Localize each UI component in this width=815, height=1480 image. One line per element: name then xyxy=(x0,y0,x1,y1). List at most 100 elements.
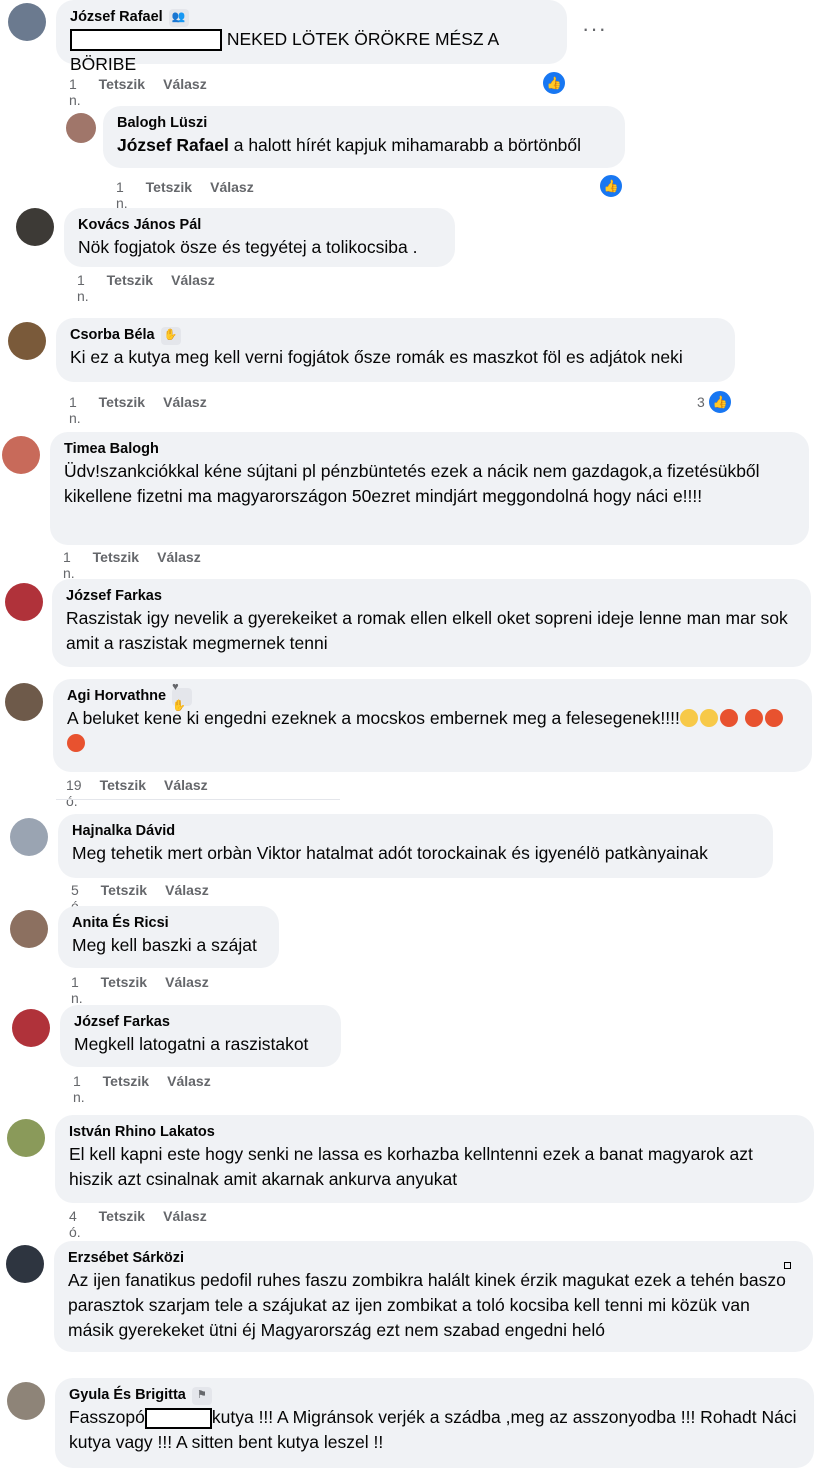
angry-emoji-icon xyxy=(67,734,85,752)
like-button[interactable]: Tetszik xyxy=(101,974,147,1006)
avatar[interactable] xyxy=(10,818,48,856)
comment-bubble: Gyula És Brigitta ⚑ Fasszopó kutya !!! A M… xyxy=(55,1378,814,1468)
like-button[interactable]: Tetszik xyxy=(100,777,146,809)
angry-emoji-icon xyxy=(744,709,763,727)
reply-button[interactable]: Válasz xyxy=(171,272,215,304)
comment-bubble: Kovács János Pál Nök fogjatok ösze és te… xyxy=(64,208,455,267)
more-options-icon[interactable]: ··· xyxy=(582,16,607,42)
comment-text: Raszistak igy nevelik a gyerekeiket a ro… xyxy=(66,608,788,653)
like-button[interactable]: Tetszik xyxy=(99,1208,145,1240)
comment-actions: 1 n. Tetszik Válasz xyxy=(63,549,201,581)
comment-text: Fasszopó xyxy=(69,1407,145,1427)
comment-text: Meg tehetik mert orbàn Viktor hatalmat a… xyxy=(72,843,708,863)
like-button[interactable]: Tetszik xyxy=(93,549,139,581)
like-reaction-icon[interactable]: 👍 xyxy=(707,389,733,415)
rising-fan-icon: ✋ xyxy=(160,326,181,345)
author-name[interactable]: Agi Horvathne xyxy=(67,687,166,706)
emoji-icon xyxy=(699,709,718,727)
author-name[interactable]: József Rafael xyxy=(70,8,163,27)
redaction-box xyxy=(144,1407,212,1429)
angry-emoji-icon xyxy=(719,709,738,727)
comment-bubble: Agi Horvathne ♥✋ A beluket kene ki engedn… xyxy=(53,679,812,772)
timestamp[interactable]: 1 n. xyxy=(69,76,81,108)
comment-actions: 1 n. Tetszik Válasz xyxy=(71,974,209,1006)
author-name[interactable]: József Farkas xyxy=(74,1013,170,1032)
comment-bubble: József Rafael 👥 NEKED LÖTEK ÖRÖKRE MÉSZ A… xyxy=(56,0,567,74)
author-name[interactable]: Timea Balogh xyxy=(64,440,159,459)
avatar[interactable] xyxy=(5,583,43,621)
reply-button[interactable]: Válasz xyxy=(157,549,201,581)
redaction-box xyxy=(70,29,222,52)
reply-button[interactable]: Válasz xyxy=(163,76,207,108)
comment-bubble: István Rhino Lakatos El kell kapni este … xyxy=(55,1115,814,1203)
author-name[interactable]: Hajnalka Dávid xyxy=(72,822,175,841)
comment-bubble: Hajnalka Dávid Meg tehetik mert orbàn Vi… xyxy=(58,814,773,878)
avatar[interactable] xyxy=(6,1245,44,1283)
reply-button[interactable]: Válasz xyxy=(210,179,254,211)
avatar[interactable] xyxy=(5,683,43,721)
comment-text: Ki ez a kutya meg kell verni fogjátok ős… xyxy=(70,347,683,367)
mention-link[interactable]: József Rafael xyxy=(117,135,229,155)
like-button[interactable]: Tetszik xyxy=(99,394,145,426)
comment-text: Az ijen fanatikus pedofil ruhes faszu zo… xyxy=(68,1270,786,1340)
marker-icon xyxy=(784,1262,791,1269)
comment-actions: 1 n. Tetszik Válasz xyxy=(77,272,215,304)
timestamp[interactable]: 1 n. xyxy=(73,1073,85,1105)
comment-actions: 4 ó. Tetszik Válasz xyxy=(69,1208,207,1240)
like-button[interactable]: Tetszik xyxy=(146,179,192,211)
timestamp[interactable]: 1 n. xyxy=(69,394,81,426)
avatar[interactable] xyxy=(16,208,54,246)
like-button[interactable]: Tetszik xyxy=(103,1073,149,1105)
comment-text: a halott hírét kapjuk mihamarabb a börtö… xyxy=(233,135,582,155)
reply-button[interactable]: Válasz xyxy=(165,974,209,1006)
comment-text: Megkell latogatni a raszistakot xyxy=(74,1034,309,1054)
avatar[interactable] xyxy=(66,113,96,143)
timestamp[interactable]: 1 n. xyxy=(116,179,128,211)
author-name[interactable]: Csorba Béla xyxy=(70,326,155,345)
like-reaction-icon[interactable]: 👍 xyxy=(598,173,624,199)
like-button[interactable]: Tetszik xyxy=(99,76,145,108)
avatar[interactable] xyxy=(7,1382,45,1420)
avatar[interactable] xyxy=(8,322,46,360)
timestamp[interactable]: 19 ó. xyxy=(66,777,82,809)
comment-bubble: Balogh Lüszi József Rafael a halott híré… xyxy=(103,106,625,168)
avatar[interactable] xyxy=(2,436,40,474)
comment-actions: 19 ó. Tetszik Válasz xyxy=(66,777,208,809)
timestamp[interactable]: 1 n. xyxy=(71,974,83,1006)
comment-actions: 1 n. Tetszik Válasz xyxy=(73,1073,211,1105)
comment-text: A beluket kene ki engedni ezeknek a mocs… xyxy=(67,708,680,728)
reply-button[interactable]: Válasz xyxy=(164,777,208,809)
emoji-icon xyxy=(679,709,698,727)
author-name[interactable]: Gyula És Brigitta xyxy=(69,1386,186,1405)
timestamp[interactable]: 1 n. xyxy=(63,549,75,581)
comment-text: El kell kapni este hogy senki ne lassa e… xyxy=(69,1144,753,1189)
like-reaction-icon[interactable]: 👍 xyxy=(541,70,567,96)
timestamp[interactable]: 1 n. xyxy=(77,272,89,304)
author-name[interactable]: József Farkas xyxy=(66,587,162,606)
like-button[interactable]: Tetszik xyxy=(107,272,153,304)
reply-button[interactable]: Válasz xyxy=(167,1073,211,1105)
author-name[interactable]: Balogh Lüszi xyxy=(117,114,207,133)
comment-bubble: József Farkas Megkell latogatni a raszis… xyxy=(60,1005,341,1067)
author-name[interactable]: Kovács János Pál xyxy=(78,216,201,235)
author-name[interactable]: Anita És Ricsi xyxy=(72,914,169,933)
author-name[interactable]: István Rhino Lakatos xyxy=(69,1123,215,1142)
avatar[interactable] xyxy=(8,3,46,41)
comment-bubble: Csorba Béla ✋ Ki ez a kutya meg kell vern… xyxy=(56,318,735,382)
reply-button[interactable]: Válasz xyxy=(163,1208,207,1240)
group-member-icon: 👥 xyxy=(168,8,189,27)
timestamp[interactable]: 4 ó. xyxy=(69,1208,81,1240)
author-name[interactable]: Erzsébet Sárközi xyxy=(68,1249,184,1268)
comment-actions: 1 n. Tetszik Válasz xyxy=(69,76,207,108)
comment-bubble: Erzsébet Sárközi Az ijen fanatikus pedof… xyxy=(54,1241,813,1352)
avatar[interactable] xyxy=(12,1009,50,1047)
reply-button[interactable]: Válasz xyxy=(163,394,207,426)
avatar[interactable] xyxy=(7,1119,45,1157)
flag-icon: ⚑ xyxy=(191,1386,212,1405)
comment-actions: 1 n. Tetszik Válasz xyxy=(116,179,254,211)
top-fan-icon: ♥✋ xyxy=(172,681,193,712)
comment-bubble: József Farkas Raszistak igy nevelik a gy… xyxy=(52,579,811,667)
comment-actions: 1 n. Tetszik Válasz xyxy=(69,394,207,426)
like-count[interactable]: 3 xyxy=(697,394,705,410)
avatar[interactable] xyxy=(10,910,48,948)
